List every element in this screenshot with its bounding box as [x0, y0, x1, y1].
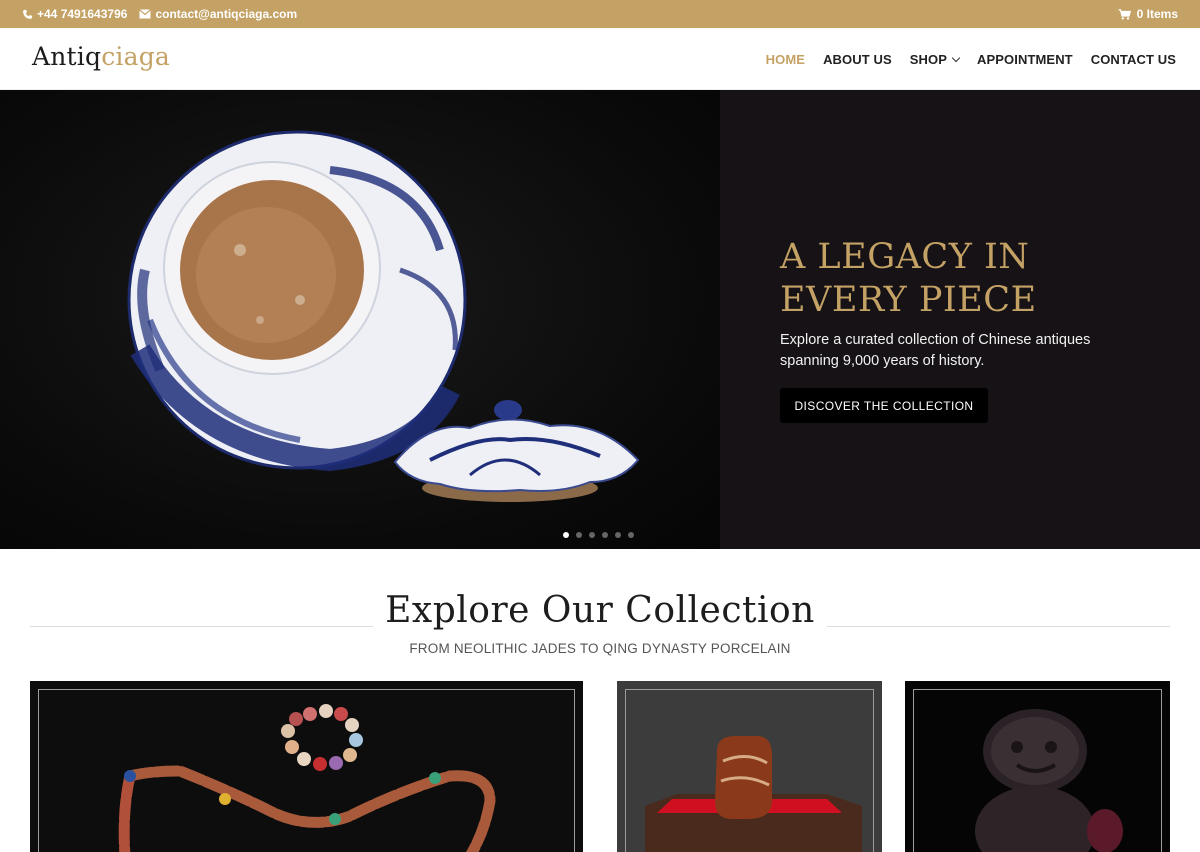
- hero-image-porcelain-jar: [0, 90, 720, 549]
- envelope-icon: [139, 9, 152, 19]
- collection-heading: Explore Our Collection: [0, 590, 1200, 631]
- nav-appointment[interactable]: APPOINTMENT: [977, 52, 1073, 67]
- email-address: contact@antiqciaga.com: [155, 7, 298, 21]
- chevron-down-icon: [951, 53, 961, 62]
- nav-contact[interactable]: CONTACT US: [1091, 52, 1176, 67]
- slider-dot-6[interactable]: [628, 532, 634, 538]
- nav-about[interactable]: ABOUT US: [823, 52, 892, 67]
- section-title: Explore Our Collection: [373, 590, 827, 631]
- section-subtitle: FROM NEOLITHIC JADES TO QING DYNASTY POR…: [409, 641, 791, 656]
- cart-link[interactable]: 0 Items: [1118, 0, 1178, 28]
- hero-title: A LEGACY IN EVERY PIECE: [780, 237, 1037, 320]
- slider-dot-1[interactable]: [563, 532, 569, 538]
- foo-dog-image: [975, 709, 1123, 852]
- slider-dot-3[interactable]: [589, 532, 595, 538]
- bead-bracelet: [281, 704, 363, 771]
- heading-divider-right: [792, 626, 1170, 627]
- discover-collection-button[interactable]: DISCOVER THE COLLECTION: [780, 388, 988, 423]
- nav-home[interactable]: HOME: [766, 52, 805, 67]
- nav-shop-label: SHOP: [909, 51, 948, 67]
- slider-dot-2[interactable]: [576, 532, 582, 538]
- slider-pagination: [563, 532, 634, 538]
- contact-info: +44 7491643796 contact@antiqciaga.com: [22, 0, 297, 28]
- collection-card-beads[interactable]: [30, 681, 583, 852]
- collection-card-foo-dog[interactable]: [905, 681, 1170, 852]
- cart-count: 0 Items: [1136, 7, 1178, 21]
- porcelain-jar-illustration: [127, 130, 640, 502]
- agate-stand-image: [645, 736, 862, 852]
- site-header: Antiqciaga HOME ABOUT US SHOP APPOINTMEN…: [0, 28, 1200, 90]
- bead-necklace-image: [118, 704, 496, 852]
- email-link[interactable]: contact@antiqciaga.com: [139, 7, 297, 21]
- top-bar: +44 7491643796 contact@antiqciaga.com 0 …: [0, 0, 1200, 28]
- collection-card-agate[interactable]: [617, 681, 882, 852]
- main-nav: HOME ABOUT US SHOP APPOINTMENT CONTACT U…: [766, 28, 1176, 90]
- phone-icon: [23, 9, 33, 19]
- nav-shop[interactable]: SHOP: [909, 51, 961, 67]
- logo-text-accent: ciaga: [101, 42, 171, 71]
- slider-dot-4[interactable]: [602, 532, 608, 538]
- logo-text-primary: Antiq: [32, 42, 102, 71]
- heading-divider-left: [30, 626, 410, 627]
- logo[interactable]: Antiqciaga: [32, 42, 170, 71]
- hero-slider: A LEGACY IN EVERY PIECE Explore a curate…: [0, 90, 1200, 549]
- cart-icon: [1118, 8, 1131, 20]
- phone-number: +44 7491643796: [37, 7, 128, 21]
- phone-link[interactable]: +44 7491643796: [22, 7, 127, 21]
- slider-dot-5[interactable]: [615, 532, 621, 538]
- hero-subtitle: Explore a curated collection of Chinese …: [780, 332, 1091, 369]
